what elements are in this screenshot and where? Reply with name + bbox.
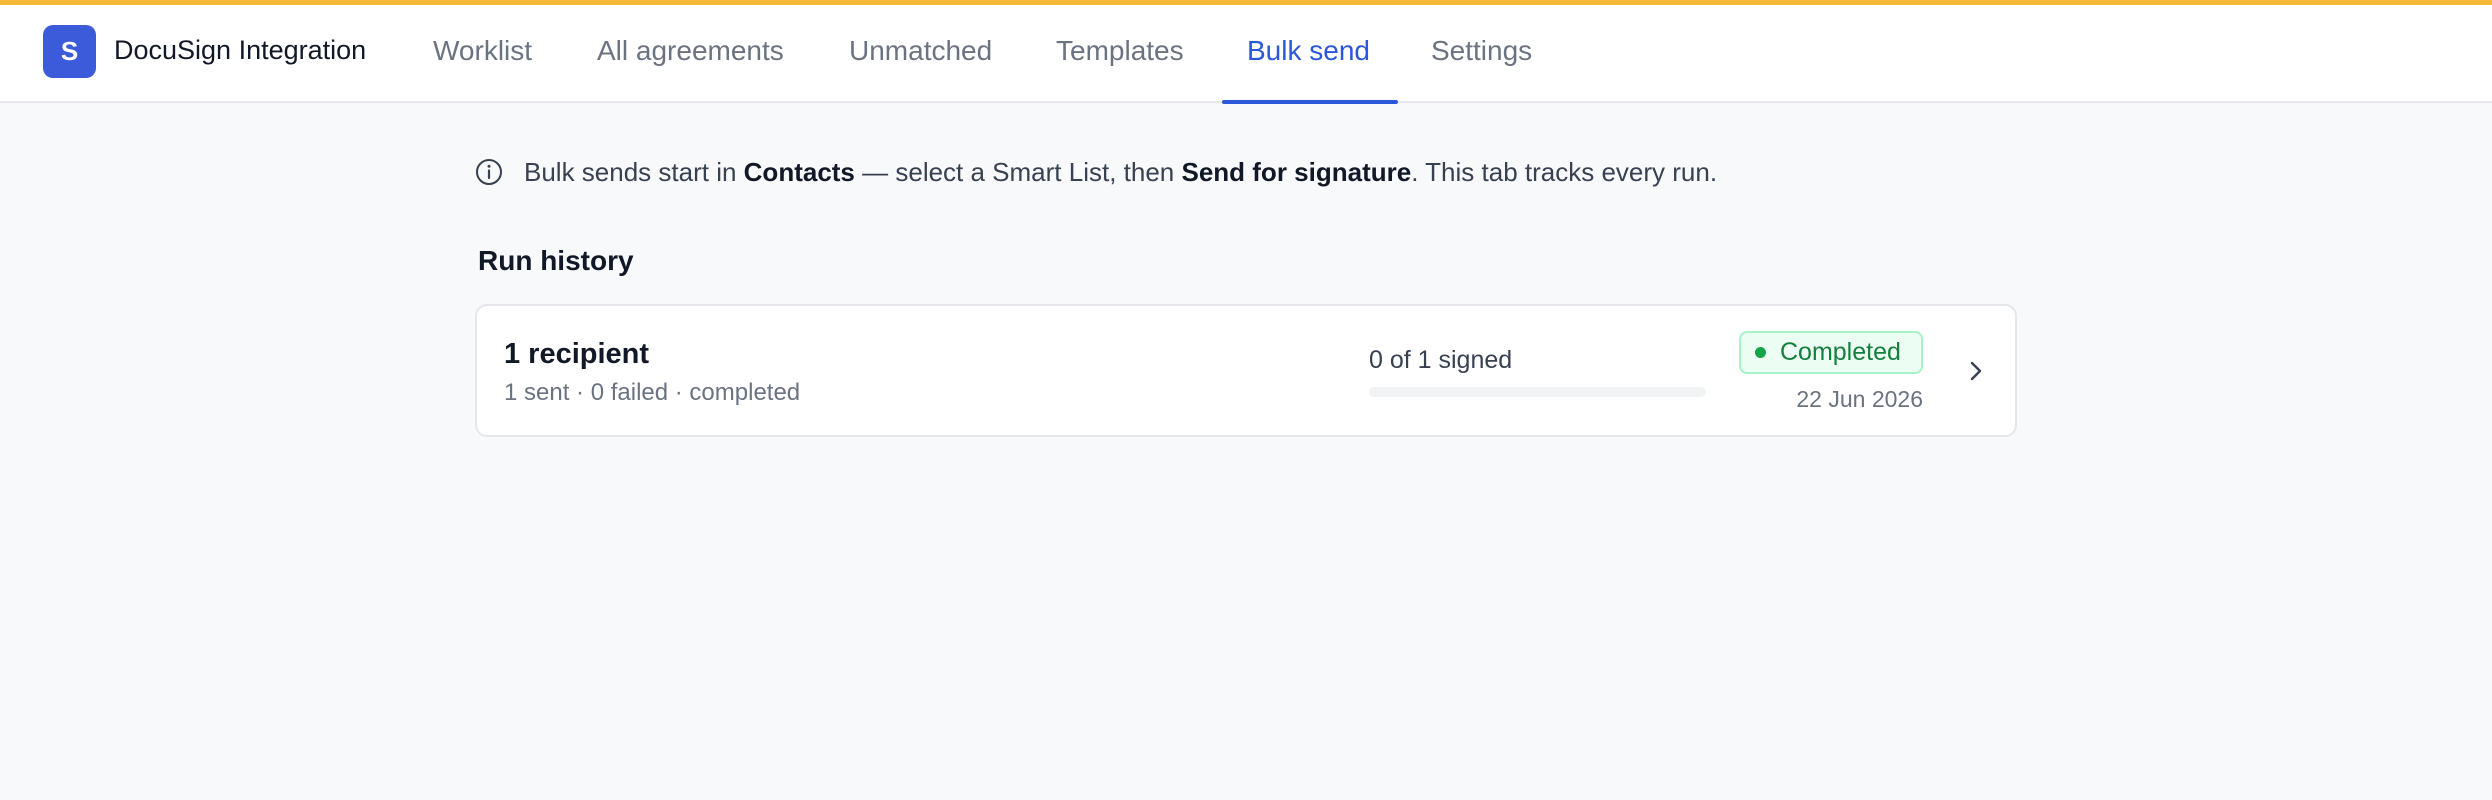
- tab-settings[interactable]: Settings: [1431, 35, 1532, 67]
- app-header: S DocuSign Integration Worklist All agre…: [0, 5, 2492, 104]
- signing-progress-bar: [1369, 387, 1706, 397]
- app-logo: S: [43, 25, 96, 78]
- tab-worklist[interactable]: Worklist: [433, 35, 532, 67]
- chevron-right-icon[interactable]: [1963, 358, 1989, 384]
- logo-letter: S: [60, 36, 79, 66]
- tab-bulk-send[interactable]: Bulk send: [1247, 35, 1370, 67]
- info-contacts-link: Contacts: [743, 156, 855, 187]
- tab-all-agreements[interactable]: All agreements: [597, 35, 784, 67]
- run-date: 22 Jun 2026: [1796, 386, 1923, 412]
- bulk-send-info-banner: Bulk sends start in Contacts — select a …: [474, 152, 1717, 192]
- signed-count: 0 of 1 signed: [1369, 346, 1513, 374]
- status-label: Completed: [1780, 338, 1901, 366]
- active-tab-indicator: [1222, 100, 1398, 104]
- run-history-row[interactable]: 1 recipient 1 sent · 0 failed · complete…: [475, 304, 2017, 437]
- tab-templates[interactable]: Templates: [1056, 35, 1184, 67]
- run-title: 1 recipient: [504, 338, 650, 370]
- info-send-for-signature: Send for signature: [1181, 156, 1412, 187]
- status-badge: Completed: [1739, 331, 1923, 374]
- status-dot-icon: [1755, 347, 1766, 358]
- info-circle-icon: [474, 157, 504, 187]
- info-text-part1: Bulk sends start in: [524, 156, 744, 187]
- info-text-part3: . This tab tracks every run.: [1411, 156, 1718, 187]
- tab-unmatched[interactable]: Unmatched: [849, 35, 992, 67]
- run-history-title: Run history: [478, 245, 634, 276]
- app-title: DocuSign Integration: [114, 35, 367, 65]
- run-summary: 1 sent · 0 failed · completed: [504, 379, 801, 406]
- info-text-part2: — select a Smart List, then: [854, 156, 1182, 187]
